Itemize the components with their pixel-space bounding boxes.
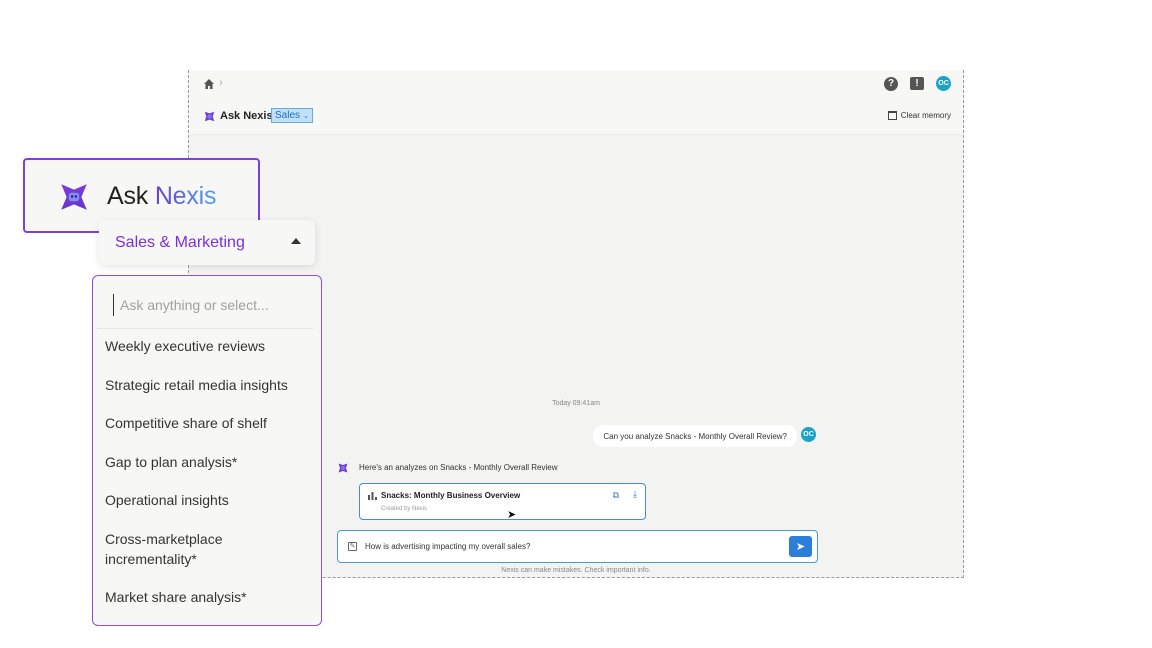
caret-up-icon <box>291 238 301 244</box>
menu-item-weekly-executive-reviews[interactable]: Weekly executive reviews <box>105 336 317 356</box>
mouse-pointer-icon: ➤ <box>507 509 517 521</box>
bot-message: Here's an analyzes on Snacks - Monthly O… <box>359 463 558 472</box>
clear-memory-label: Clear memory <box>900 111 951 120</box>
menu-item-market-share-analysis[interactable]: Market share analysis* <box>105 587 317 607</box>
menu-item-gap-to-plan-analysis[interactable]: Gap to plan analysis* <box>105 452 317 472</box>
nexis-bot-icon <box>338 463 348 473</box>
menu-list: Weekly executive reviews Strategic retai… <box>105 336 317 625</box>
chat-composer[interactable]: ✎ How is advertising impacting my overal… <box>337 530 818 563</box>
app-title: Ask Nexis <box>220 110 273 122</box>
user-message: Can you analyze Snacks - Monthly Overall… <box>593 425 797 447</box>
menu-item-strategic-retail-media-insights[interactable]: Strategic retail media insights <box>105 375 317 395</box>
menu-item-operational-insights[interactable]: Operational insights <box>105 490 317 510</box>
report-card[interactable]: Snacks: Monthly Business Overview Create… <box>359 483 646 520</box>
top-bar: › ? ! OC <box>189 70 963 100</box>
prompt-menu: Weekly executive reviews Strategic retai… <box>92 275 322 626</box>
chat-input[interactable]: How is advertising impacting my overall … <box>365 542 530 551</box>
brand-title-accent: Nexis <box>154 182 217 210</box>
clear-memory-icon <box>887 111 897 120</box>
help-icon[interactable]: ? <box>884 76 898 91</box>
report-card-title: Snacks: Monthly Business Overview <box>381 491 521 500</box>
menu-item-competitive-share-of-shelf[interactable]: Competitive share of shelf <box>105 413 317 433</box>
workspace-select[interactable]: Sales ⌄ <box>271 108 313 123</box>
text-cursor <box>113 294 114 316</box>
search-input[interactable] <box>118 291 302 319</box>
send-icon: ➤ <box>795 541 806 553</box>
report-card-subtitle: Created by Nexis <box>381 506 428 512</box>
workspace-dropdown-label: Sales & Marketing <box>115 234 245 251</box>
download-icon[interactable]: ⤓ <box>633 489 637 500</box>
feedback-icon[interactable]: ! <box>910 77 924 90</box>
chevron-down-icon: ⌄ <box>303 112 309 120</box>
menu-item-cross-marketplace-incrementality[interactable]: Cross-marketplace incrementality* <box>105 529 245 569</box>
chat-header: Ask Nexis Sales ⌄ Clear memory <box>189 100 963 135</box>
brand-title: Ask Nexis <box>107 182 217 211</box>
user-avatar: OC <box>801 427 816 442</box>
menu-search <box>97 280 313 329</box>
avatar[interactable]: OC <box>936 76 951 91</box>
workspace-select-label: Sales <box>275 110 301 121</box>
nexis-logo-icon <box>204 111 215 122</box>
nexis-logo-icon <box>61 184 87 210</box>
bar-chart-icon <box>368 492 377 500</box>
edit-icon[interactable]: ✎ <box>348 542 357 551</box>
clear-memory-button[interactable]: Clear memory <box>887 111 951 120</box>
chevron-right-icon: › <box>219 77 223 89</box>
brand-title-prefix: Ask <box>107 182 155 210</box>
home-icon[interactable] <box>203 78 215 90</box>
send-button[interactable]: ➤ <box>789 536 812 557</box>
workspace-dropdown[interactable]: Sales & Marketing <box>99 220 315 265</box>
open-external-icon[interactable]: ⧉ <box>613 490 619 501</box>
